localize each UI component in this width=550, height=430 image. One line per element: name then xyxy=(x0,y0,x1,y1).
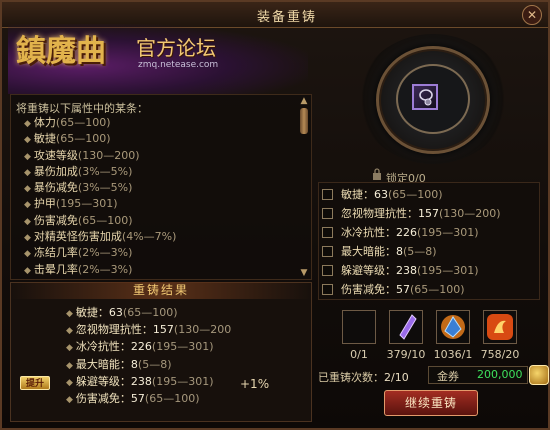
list-item: ◆ 伤害减免：57(65—100) xyxy=(66,391,200,405)
gold-coupon-box: 金券 200,000 xyxy=(428,365,549,385)
material-slot-crystal[interactable] xyxy=(389,310,423,344)
list-item: 伤害减免：57(65—100) xyxy=(322,281,501,300)
diamond-bullet-icon: ◆ xyxy=(24,200,31,211)
list-item: ◆ 伤害减免(65—100) xyxy=(24,213,133,227)
material-count: 758/20 xyxy=(480,348,520,361)
attribute-hint: 将重铸以下属性中的某条： xyxy=(16,102,148,115)
list-item: ◆ 击晕几率(2%—3%) xyxy=(24,262,133,276)
material-count: 1036/1 xyxy=(433,348,473,361)
diamond-bullet-icon: ◆ xyxy=(66,326,73,337)
list-item: 冰冷抗性：226(195—301) xyxy=(322,224,501,243)
diamond-bullet-icon: ◆ xyxy=(24,135,31,146)
lock-checkbox[interactable] xyxy=(322,207,333,219)
gold-value: 200,000 xyxy=(477,368,523,381)
result-title: 重铸结果 xyxy=(10,282,312,299)
bonus-value: +1% xyxy=(240,377,270,391)
diamond-bullet-icon: ◆ xyxy=(66,343,73,354)
purple-crystal-icon xyxy=(399,314,417,340)
list-item: ◆ 护甲(195—301) xyxy=(24,197,118,211)
list-item: ◆ 敏捷：63(65—100) xyxy=(66,306,178,319)
diamond-bullet-icon: ◆ xyxy=(24,119,31,129)
attribute-scrollbar[interactable]: ▲ ▼ xyxy=(298,96,310,278)
scroll-up-icon[interactable]: ▲ xyxy=(298,96,310,106)
lock-checkbox[interactable] xyxy=(322,264,333,276)
reforge-count: 已重铸次数：2/10 xyxy=(318,371,409,384)
reforge-window: 装备重铸 ✕ 鎮魔曲 官方论坛 zmq.netease.com 将重铸以下属性中… xyxy=(0,0,550,430)
material-count: 379/10 xyxy=(386,348,426,361)
list-item: 最大暗能：8(5—8) xyxy=(322,243,501,262)
list-item: ◆ 躲避等级：238(195—301) xyxy=(66,374,214,388)
list-item: ◆ 攻速等级(130—200) xyxy=(24,148,140,162)
current-attribute-list: 敏捷：63(65—100) 忽视物理抗性：157(130—200) 冰冷抗性：2… xyxy=(322,186,501,300)
lock-icon xyxy=(373,168,381,180)
lock-checkbox[interactable] xyxy=(322,226,333,238)
lock-checkbox[interactable] xyxy=(322,188,333,200)
diamond-bullet-icon: ◆ xyxy=(24,167,31,178)
gold-label: 金券 xyxy=(437,370,459,383)
logo-forum-name: 官方论坛 xyxy=(136,36,216,60)
equipment-slot[interactable] xyxy=(412,84,438,110)
diamond-bullet-icon: ◆ xyxy=(24,249,31,260)
continue-reforge-button[interactable]: 继续重铸 xyxy=(384,390,478,416)
close-button[interactable]: ✕ xyxy=(522,5,542,25)
forum-logo: 鎮魔曲 官方论坛 zmq.netease.com xyxy=(8,24,308,94)
lock-checkbox[interactable] xyxy=(322,283,333,295)
list-item: ◆ 忽视物理抗性：157(130—200 xyxy=(66,323,232,337)
blue-gem-icon xyxy=(441,315,465,339)
list-item: ◆ 冻结几率(2%—3%) xyxy=(24,246,133,260)
attribute-list: ◆ 体力(65—100) ◆ 敏捷(65—100) ◆ 攻速等级(130—200) ◆… xyxy=(24,115,176,278)
diamond-bullet-icon: ◆ xyxy=(24,151,31,162)
gold-coupon-icon xyxy=(529,365,549,385)
logo-game-name: 鎮魔曲 xyxy=(16,34,106,69)
list-item: ◆ 对精英怪伤害加成(4%—7%) xyxy=(24,230,177,244)
list-item: ◆ 敏捷(65—100) xyxy=(24,132,111,146)
list-item: ◆ 最大暗能：8(5—8) xyxy=(66,357,172,371)
list-item: 忽视物理抗性：157(130—200) xyxy=(322,205,501,224)
list-item: 敏捷：63(65—100) xyxy=(322,186,501,205)
diamond-bullet-icon: ◆ xyxy=(66,309,73,319)
diamond-bullet-icon: ◆ xyxy=(66,360,73,371)
list-item: ◆ 冰冷抗性：226(195—301) xyxy=(66,340,214,354)
list-item: ◆ 体力(65—100) xyxy=(24,116,111,129)
scroll-thumb[interactable] xyxy=(300,108,308,134)
result-list: ◆ 敏捷：63(65—100) ◆ 忽视物理抗性：157(130—200 ◆ 冰冷抗性… xyxy=(66,304,231,407)
diamond-bullet-icon: ◆ xyxy=(24,216,31,227)
diamond-bullet-icon: ◆ xyxy=(24,184,31,195)
list-item: 躲避等级：238(195—301) xyxy=(322,262,501,281)
lock-checkbox[interactable] xyxy=(322,245,333,257)
material-slot-empty[interactable] xyxy=(342,310,376,344)
diamond-bullet-icon: ◆ xyxy=(66,394,73,405)
promote-badge: 提升 xyxy=(20,376,50,390)
necklace-icon xyxy=(419,89,433,106)
material-count: 0/1 xyxy=(350,348,368,361)
list-item: ◆ 暴伤减免(3%—5%) xyxy=(24,181,133,195)
fire-rune-icon xyxy=(487,314,513,340)
diamond-bullet-icon: ◆ xyxy=(66,377,73,388)
material-slot-rune[interactable] xyxy=(483,310,517,344)
diamond-bullet-icon: ◆ xyxy=(24,265,31,276)
logo-url: zmq.netease.com xyxy=(138,60,219,70)
list-item: ◆ 暴伤加成(3%—5%) xyxy=(24,164,133,178)
diamond-bullet-icon: ◆ xyxy=(24,233,31,244)
scroll-down-icon[interactable]: ▼ xyxy=(298,268,310,278)
window-title: 装备重铸 xyxy=(256,10,317,25)
material-slot-gem[interactable] xyxy=(436,310,470,344)
